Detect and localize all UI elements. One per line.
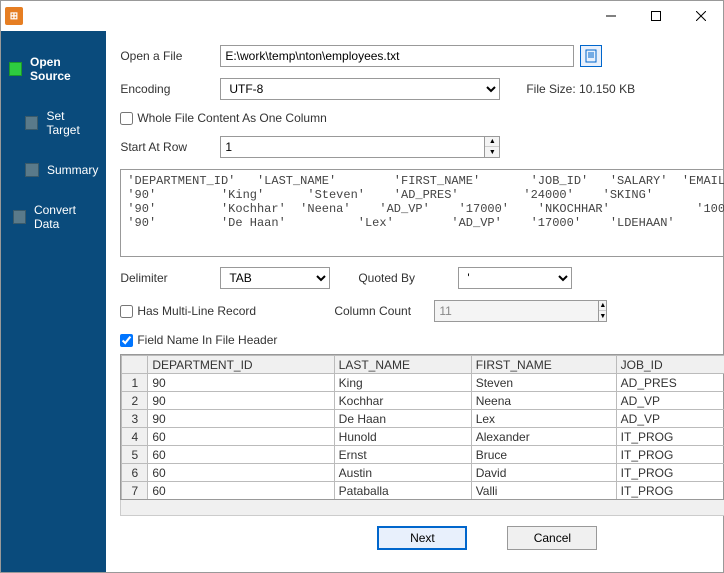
close-button[interactable] (678, 1, 723, 31)
row-number: 7 (122, 482, 148, 500)
start-row-down[interactable]: ▼ (485, 147, 499, 157)
cell[interactable]: Pataballa (334, 482, 471, 500)
step-open-source[interactable]: Open Source (1, 49, 106, 89)
cell[interactable]: 60 (148, 482, 334, 500)
step-label: Summary (47, 163, 98, 177)
table-row[interactable]: 390De HaanLexAD_VP17000L (122, 410, 724, 428)
table-row[interactable]: 190KingStevenAD_PRES24000S (122, 374, 724, 392)
delimiter-label: Delimiter (120, 271, 220, 285)
cell[interactable]: Steven (471, 374, 616, 392)
cell[interactable]: 60 (148, 464, 334, 482)
row-number: 1 (122, 374, 148, 392)
cell[interactable]: 60 (148, 446, 334, 464)
column-header[interactable]: DEPARTMENT_ID (148, 356, 334, 374)
app-icon: ⊞ (5, 7, 23, 25)
cell[interactable]: Bruce (471, 446, 616, 464)
minimize-button[interactable] (588, 1, 633, 31)
maximize-button[interactable] (633, 1, 678, 31)
cell[interactable]: 60 (148, 428, 334, 446)
row-number: 2 (122, 392, 148, 410)
grid-hscroll[interactable] (120, 500, 724, 516)
start-row-up[interactable]: ▲ (485, 137, 499, 147)
row-number: 5 (122, 446, 148, 464)
cell[interactable]: IT_PROG (616, 446, 724, 464)
row-number: 4 (122, 428, 148, 446)
column-header[interactable]: FIRST_NAME (471, 356, 616, 374)
encoding-select[interactable]: UTF-8 (220, 78, 500, 100)
cell[interactable]: IT_PROG (616, 428, 724, 446)
cell[interactable]: Ernst (334, 446, 471, 464)
quoted-by-label: Quoted By (358, 271, 458, 285)
cell[interactable]: IT_PROG (616, 482, 724, 500)
step-convert-data[interactable]: Convert Data (1, 197, 106, 237)
file-path-input[interactable] (220, 45, 574, 67)
cancel-button[interactable]: Cancel (507, 526, 597, 550)
colcount-down[interactable]: ▼ (599, 311, 606, 321)
row-number: 6 (122, 464, 148, 482)
document-icon (584, 49, 598, 63)
cell[interactable]: AD_PRES (616, 374, 724, 392)
cell[interactable]: Alexander (471, 428, 616, 446)
whole-file-checkbox[interactable]: Whole File Content As One Column (120, 111, 326, 125)
row-number: 3 (122, 410, 148, 428)
field-name-header-checkbox[interactable]: Field Name In File Header (120, 333, 277, 347)
file-size-label: File Size: 10.150 KB (526, 82, 635, 96)
start-row-input[interactable] (220, 136, 484, 158)
open-file-label: Open a File (120, 49, 220, 63)
column-header[interactable]: LAST_NAME (334, 356, 471, 374)
table-row[interactable]: 760PataballaValliIT_PROG4800V (122, 482, 724, 500)
step-summary[interactable]: Summary (1, 157, 106, 183)
encoding-label: Encoding (120, 82, 220, 96)
table-row[interactable]: 460HunoldAlexanderIT_PROG9000A (122, 428, 724, 446)
cell[interactable]: Valli (471, 482, 616, 500)
titlebar: ⊞ (1, 1, 723, 31)
colcount-up[interactable]: ▲ (599, 301, 606, 311)
next-button[interactable]: Next (377, 526, 467, 550)
browse-file-button[interactable] (580, 45, 602, 67)
wizard-sidebar: Open Source Set Target Summary Convert D… (1, 31, 106, 572)
data-grid[interactable]: DEPARTMENT_IDLAST_NAMEFIRST_NAMEJOB_IDSA… (120, 354, 724, 500)
table-row[interactable]: 660AustinDavidIT_PROG4800D (122, 464, 724, 482)
cell[interactable]: AD_VP (616, 410, 724, 428)
table-row[interactable]: 560ErnstBruceIT_PROG6000B (122, 446, 724, 464)
field-name-header-label: Field Name In File Header (137, 333, 277, 347)
cell[interactable]: Austin (334, 464, 471, 482)
column-count-input (434, 300, 598, 322)
cell[interactable]: 90 (148, 392, 334, 410)
cell[interactable]: AD_VP (616, 392, 724, 410)
cell[interactable]: 90 (148, 374, 334, 392)
cell[interactable]: IT_PROG (616, 464, 724, 482)
cell[interactable]: Lex (471, 410, 616, 428)
step-label: Set Target (46, 109, 98, 137)
cell[interactable]: David (471, 464, 616, 482)
column-header[interactable]: JOB_ID (616, 356, 724, 374)
table-row[interactable]: 290KochharNeenaAD_VP17000N (122, 392, 724, 410)
column-count-label: Column Count (334, 304, 434, 318)
delimiter-select[interactable]: TAB (220, 267, 330, 289)
step-label: Open Source (30, 55, 98, 83)
quoted-by-select[interactable]: ' (458, 267, 572, 289)
multiline-checkbox[interactable]: Has Multi-Line Record (120, 304, 334, 318)
step-label: Convert Data (34, 203, 98, 231)
cell[interactable]: Hunold (334, 428, 471, 446)
cell[interactable]: King (334, 374, 471, 392)
cell[interactable]: De Haan (334, 410, 471, 428)
rownum-header (122, 356, 148, 374)
cell[interactable]: Neena (471, 392, 616, 410)
multiline-label: Has Multi-Line Record (137, 304, 256, 318)
step-set-target[interactable]: Set Target (1, 103, 106, 143)
cell[interactable]: Kochhar (334, 392, 471, 410)
start-row-label: Start At Row (120, 140, 220, 154)
whole-file-label: Whole File Content As One Column (137, 111, 326, 125)
cell[interactable]: 90 (148, 410, 334, 428)
raw-preview[interactable]: 'DEPARTMENT_ID' 'LAST_NAME' 'FIRST_NAME'… (120, 169, 724, 257)
